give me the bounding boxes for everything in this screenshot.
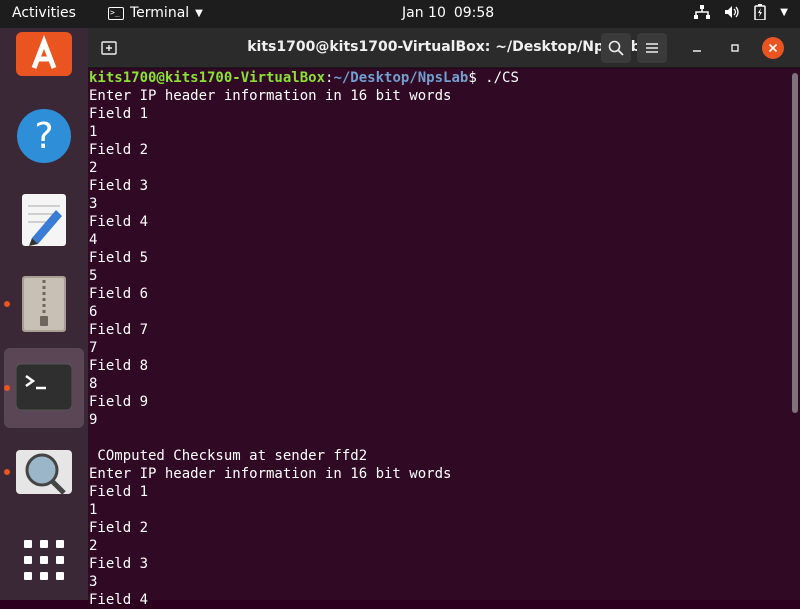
app-menu[interactable]: >_ Terminal ▼ (108, 5, 203, 21)
search-button[interactable] (601, 33, 631, 63)
terminal-line: 6 (89, 304, 98, 320)
terminal-line: 2 (89, 538, 98, 554)
header-bar[interactable]: kits1700@kits1700-VirtualBox: ~/Desktop/… (88, 28, 800, 68)
running-indicator (4, 469, 10, 475)
terminal-line: Field 5 (89, 250, 149, 266)
top-bar: Activities >_ Terminal ▼ Jan 10 09:58 ▼ (0, 0, 800, 28)
maximize-icon (731, 44, 739, 52)
running-indicator (4, 385, 10, 391)
terminal-scrollbar[interactable] (792, 73, 798, 413)
clock[interactable]: Jan 10 09:58 (402, 5, 494, 21)
show-applications-icon[interactable] (16, 532, 72, 588)
terminal-line: Field 7 (89, 322, 149, 338)
dock: ? (0, 28, 88, 600)
terminal-line: Field 9 (89, 394, 149, 410)
prompt-symbol: $ (468, 70, 486, 86)
prompt-line: kits1700@kits1700-VirtualBox:~/Desktop/N… (89, 69, 800, 87)
terminal-line: Enter IP header information in 16 bit wo… (89, 88, 452, 104)
minimize-button[interactable] (682, 33, 712, 63)
help-icon[interactable]: ? (16, 108, 72, 164)
terminal-line: Field 3 (89, 556, 149, 572)
search-icon (608, 40, 624, 56)
software-center-icon[interactable] (16, 32, 72, 88)
terminal-line: Field 2 (89, 142, 149, 158)
maximize-button[interactable] (720, 33, 750, 63)
terminal-line: Field 4 (89, 214, 149, 230)
clock-date: Jan 10 (402, 5, 446, 21)
system-tray[interactable]: ▼ (694, 4, 788, 20)
terminal-line: 8 (89, 376, 98, 392)
running-indicator (4, 301, 10, 307)
terminal-line: 1 (89, 502, 98, 518)
terminal-app-icon: >_ (108, 6, 124, 20)
terminal-line: Field 8 (89, 358, 149, 374)
minimize-icon (693, 50, 701, 52)
battery-icon (754, 4, 767, 20)
terminal-line: 5 (89, 268, 98, 284)
terminal-line: Field 4 (89, 592, 149, 608)
terminal-output[interactable]: kits1700@kits1700-VirtualBox:~/Desktop/N… (88, 69, 800, 608)
terminal-line: 7 (89, 340, 98, 356)
hamburger-icon (646, 43, 658, 53)
terminal-line: Field 1 (89, 484, 149, 500)
terminal-line: COmputed Checksum at sender ffd2 (89, 448, 368, 464)
network-icon (694, 5, 711, 19)
terminal-line: Field 3 (89, 178, 149, 194)
menu-button[interactable] (637, 33, 667, 63)
terminal-window: kits1700@kits1700-VirtualBox: ~/Desktop/… (88, 28, 800, 608)
prompt-command: ./CS (485, 70, 519, 86)
close-button[interactable] (762, 37, 784, 59)
terminal-line: 3 (89, 196, 98, 212)
close-icon (768, 43, 778, 53)
prompt-user-host: kits1700@kits1700-VirtualBox (89, 70, 326, 86)
prompt-path: ~/Desktop/NpsLab (333, 70, 469, 86)
chevron-down-icon: ▼ (195, 7, 203, 19)
terminal-line: 3 (89, 574, 98, 590)
chevron-down-icon: ▼ (780, 6, 788, 18)
terminal-line: Field 2 (89, 520, 149, 536)
volume-icon (725, 6, 739, 18)
terminal-line: 1 (89, 124, 98, 140)
terminal-line: 2 (89, 160, 98, 176)
terminal-line: Enter IP header information in 16 bit wo… (89, 466, 452, 482)
archive-manager-icon[interactable] (16, 276, 72, 332)
activities-button[interactable]: Activities (12, 5, 76, 21)
screenshot-viewer-icon[interactable] (16, 444, 72, 500)
clock-time: 09:58 (453, 5, 495, 21)
terminal-icon[interactable] (15, 360, 73, 416)
app-menu-label: Terminal (130, 5, 190, 21)
text-editor-icon[interactable] (16, 192, 72, 248)
terminal-line: Field 6 (89, 286, 149, 302)
terminal-line: Field 1 (89, 106, 149, 122)
terminal-line: 9 (89, 412, 98, 428)
terminal-line: 4 (89, 232, 98, 248)
svg-text:?: ? (34, 116, 53, 157)
